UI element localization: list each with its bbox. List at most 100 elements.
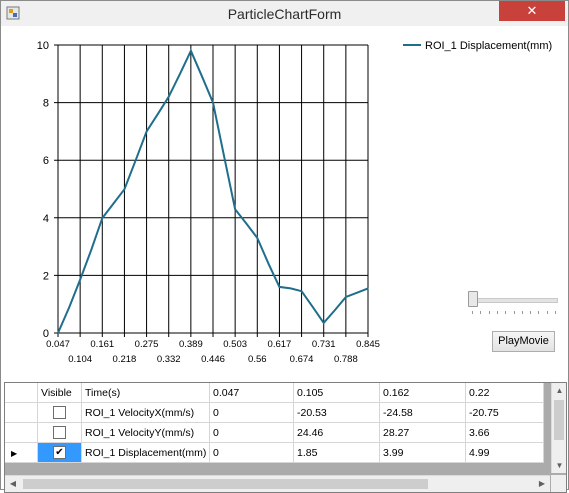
- table-cell[interactable]: -20.53: [293, 402, 380, 423]
- column-header[interactable]: 0.047: [209, 383, 294, 403]
- vertical-scroll-thumb[interactable]: [554, 400, 564, 440]
- x-tick-label: 0.446: [201, 354, 225, 365]
- x-tick-label: 0.161: [90, 339, 114, 350]
- x-tick-label: 0.275: [135, 339, 159, 350]
- data-point: [201, 76, 203, 78]
- data-point: [68, 306, 70, 308]
- data-table: Visible Time(s) 0.047 0.105 0.162 0.22 R…: [5, 383, 544, 463]
- horizontal-scroll-thumb[interactable]: [23, 479, 428, 489]
- x-tick-label: 0.617: [268, 339, 292, 350]
- table-row[interactable]: ▶ ✔ ROI_1 Displacement(mm) 0 1.85 3.99 4…: [5, 442, 544, 463]
- data-point: [168, 96, 170, 98]
- visible-cell[interactable]: ✔: [37, 442, 82, 463]
- table-cell[interactable]: 0: [209, 442, 294, 463]
- slider-tick: [521, 311, 523, 314]
- y-tick-label: 2: [43, 270, 49, 282]
- table-row[interactable]: ROI_1 VelocityY(mm/s) 0 24.46 28.27 3.66: [5, 422, 544, 443]
- row-header[interactable]: [5, 422, 38, 443]
- row-header-corner: [5, 383, 38, 403]
- y-tick-label: 8: [43, 98, 49, 110]
- data-point: [267, 263, 270, 265]
- row-label[interactable]: ROI_1 VelocityY(mm/s): [81, 422, 210, 443]
- column-header[interactable]: 0.162: [379, 383, 466, 403]
- scrollbar-corner: [551, 475, 566, 492]
- visible-cell[interactable]: [37, 402, 82, 423]
- data-point: [190, 50, 192, 52]
- data-point: [90, 248, 93, 251]
- data-point: [312, 306, 314, 308]
- row-label[interactable]: ROI_1 Displacement(mm): [81, 442, 210, 463]
- x-tick-label: 0.389: [179, 339, 203, 350]
- client-area: 0 2 4 6 8 10 0.047 0.161 0.275 0.389 0.503 0.617 0.7…: [1, 26, 568, 493]
- frame-slider-thumb[interactable]: [468, 291, 478, 307]
- window-title: ParticleChartForm: [227, 6, 342, 22]
- x-tick-label: 0.218: [113, 354, 137, 365]
- horizontal-scrollbar[interactable]: ◀ ▶: [5, 475, 550, 492]
- play-movie-button[interactable]: PlayMovie: [492, 331, 555, 352]
- table-cell[interactable]: 0: [209, 422, 294, 443]
- title-bar[interactable]: ParticleChartForm ✕: [1, 1, 568, 26]
- data-point: [79, 279, 81, 281]
- visible-checkbox[interactable]: [53, 406, 66, 419]
- scroll-down-icon[interactable]: ▼: [552, 458, 566, 473]
- vertical-scrollbar[interactable]: ▲ ▼: [551, 383, 566, 473]
- slider-tick: [530, 311, 532, 314]
- data-point: [145, 130, 148, 132]
- x-tick-label: 0.845: [356, 339, 380, 350]
- column-header[interactable]: 0.105: [293, 383, 380, 403]
- visible-cell[interactable]: [37, 422, 82, 443]
- data-point: [345, 296, 347, 298]
- row-header[interactable]: [5, 402, 38, 423]
- table-cell[interactable]: 24.46: [293, 422, 380, 443]
- data-point: [323, 322, 325, 324]
- data-point: [57, 332, 59, 334]
- scroll-up-icon[interactable]: ▲: [552, 383, 566, 398]
- data-point: [101, 217, 103, 219]
- displacement-chart: 02468100.047 0.161 0.275 0.389 0.503 0.617 0.7…: [37, 40, 552, 365]
- x-tick-label: 0.332: [157, 354, 181, 365]
- close-icon: ✕: [526, 3, 538, 18]
- data-point: [300, 290, 303, 292]
- data-point: [334, 309, 336, 311]
- table-header-row: Visible Time(s) 0.047 0.105 0.162 0.22: [5, 383, 544, 403]
- table-cell[interactable]: -20.75: [465, 402, 544, 423]
- slider-tick: [546, 311, 548, 314]
- column-header[interactable]: 0.22: [465, 383, 544, 403]
- data-point: [278, 286, 281, 288]
- table-cell[interactable]: -24.58: [379, 402, 466, 423]
- close-button[interactable]: ✕: [499, 1, 565, 21]
- x-tick-label: 0.731: [312, 339, 336, 350]
- particle-chart-window: ParticleChartForm ✕ 0 2 4 6 8 10 0.047 0.161 0.2…: [0, 0, 569, 493]
- data-point: [256, 237, 258, 239]
- column-header[interactable]: Visible: [37, 383, 82, 403]
- row-header[interactable]: ▶: [5, 442, 38, 463]
- data-grid: Visible Time(s) 0.047 0.105 0.162 0.22 R…: [4, 382, 567, 493]
- visible-checkbox[interactable]: ✔: [53, 446, 66, 459]
- x-tick-label: 0.104: [68, 354, 92, 365]
- table-row[interactable]: ROI_1 VelocityX(mm/s) 0 -20.53 -24.58 -2…: [5, 402, 544, 423]
- data-point: [223, 156, 225, 158]
- column-header[interactable]: Time(s): [81, 383, 210, 403]
- visible-checkbox[interactable]: [53, 426, 66, 439]
- slider-tick: [496, 311, 498, 314]
- y-tick-label: 6: [43, 155, 49, 167]
- data-point: [179, 73, 181, 75]
- table-cell[interactable]: 3.66: [465, 422, 544, 443]
- x-tick-label: 0.503: [223, 339, 247, 350]
- x-tick-label: 0.674: [290, 354, 314, 365]
- frame-slider-track[interactable]: [470, 298, 558, 303]
- data-point: [135, 159, 137, 161]
- table-cell[interactable]: 3.99: [379, 442, 466, 463]
- data-point: [212, 102, 214, 104]
- slider-tick: [505, 311, 507, 314]
- table-cell[interactable]: 4.99: [465, 442, 544, 463]
- y-tick-label: 10: [37, 40, 49, 52]
- table-cell[interactable]: 0: [209, 402, 294, 423]
- table-cell[interactable]: 1.85: [293, 442, 380, 463]
- data-point: [157, 113, 159, 115]
- row-label[interactable]: ROI_1 VelocityX(mm/s): [81, 402, 210, 423]
- data-point: [356, 292, 358, 294]
- slider-tick: [555, 311, 556, 314]
- table-cell[interactable]: 28.27: [379, 422, 466, 443]
- data-point: [112, 202, 115, 204]
